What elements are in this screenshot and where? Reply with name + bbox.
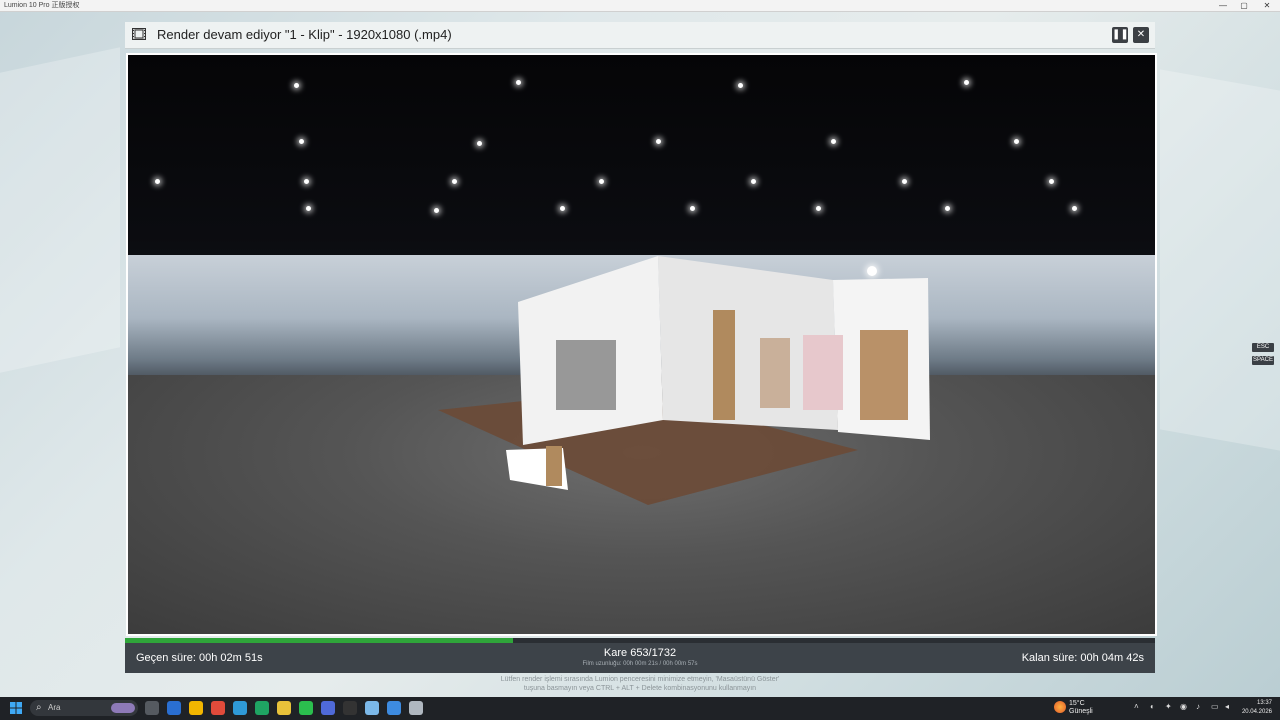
ceiling-light <box>831 139 836 144</box>
taskbar: ⌕ Ara 15°C Güneşli ˄ ◐ ✦ ◉ ♪ ▭ ◂ 13:37 2… <box>0 697 1280 720</box>
taskbar-app-icon[interactable] <box>189 701 203 715</box>
search-placeholder: Ara <box>48 703 61 712</box>
window-title: Lumion 10 Pro 正版授权 <box>4 2 80 9</box>
ceiling-light <box>304 179 309 184</box>
taskbar-app-icon[interactable] <box>145 701 159 715</box>
taskbar-app-icon[interactable] <box>277 701 291 715</box>
ceiling-light <box>1072 206 1077 211</box>
search-highlight-icon <box>111 703 135 713</box>
ceiling-light <box>299 139 304 144</box>
clock-time: 13:37 <box>1256 700 1272 706</box>
taskbar-app-icon[interactable] <box>409 701 423 715</box>
clock-date: 20.04.2026 <box>1241 709 1272 715</box>
taskbar-app-icon[interactable] <box>233 701 247 715</box>
ceiling-light <box>738 83 743 88</box>
esc-key-hint: ESC <box>1252 343 1274 352</box>
ceiling-light <box>306 206 311 211</box>
remaining-time: Kalan süre: 00h 04m 42s <box>1021 652 1144 664</box>
render-warning-line: tuşuna basmayın veya CTRL + ALT + Delete… <box>523 685 757 692</box>
close-render-button[interactable]: ✕ <box>1133 27 1149 43</box>
ceiling-light <box>1014 139 1019 144</box>
frame-counter: Kare 653/1732 <box>603 647 677 659</box>
ceiling-light <box>516 80 521 85</box>
render-warning: Lütfen render işlemi sırasında Lumion pe… <box>0 675 1280 693</box>
film-icon <box>132 28 146 40</box>
ceiling-light <box>477 141 482 146</box>
taskbar-app-icon[interactable] <box>387 701 401 715</box>
tray-app-icon[interactable]: ◉ <box>1180 702 1187 711</box>
ceiling-light <box>964 80 969 85</box>
ceiling-light <box>816 206 821 211</box>
exhibition-stand <box>438 256 930 505</box>
microphone-icon[interactable]: ♪ <box>1196 702 1200 711</box>
ceiling-light <box>434 208 439 213</box>
search-icon: ⌕ <box>36 702 42 713</box>
taskbar-clock[interactable]: 13:37 20.04.2026 <box>1240 699 1272 717</box>
background-panel <box>0 47 120 373</box>
render-status-bar: Geçen süre: 00h 02m 51s Kare 653/1732 Fi… <box>125 643 1155 673</box>
ceiling-light <box>452 179 457 184</box>
weather-icon <box>1054 701 1066 713</box>
ceiling-light <box>751 179 756 184</box>
volume-icon[interactable]: ◂ <box>1225 702 1229 711</box>
windows-start-icon[interactable] <box>10 702 22 714</box>
ceiling-light <box>656 139 661 144</box>
ceiling-light <box>294 83 299 88</box>
taskbar-app-icon[interactable] <box>299 701 313 715</box>
taskbar-app-icon[interactable] <box>365 701 379 715</box>
ceiling-light <box>155 179 160 184</box>
ceiling-light <box>560 206 565 211</box>
tray-chevron-icon[interactable]: ˄ <box>1134 702 1139 711</box>
tray-app-icon[interactable]: ◐ <box>1150 702 1155 711</box>
render-warning-line: Lütfen render işlemi sırasında Lumion pe… <box>500 676 780 683</box>
tray-app-icon[interactable]: ✦ <box>1165 702 1172 711</box>
ceiling-light <box>902 179 907 184</box>
taskbar-app-icon[interactable] <box>211 701 225 715</box>
render-title: Render devam ediyor "1 - Klip" - 1920x10… <box>157 27 452 42</box>
weather-desc: Güneşli <box>1069 708 1093 715</box>
network-icon[interactable]: ▭ <box>1211 702 1219 711</box>
close-window-button[interactable]: ✕ <box>1254 0 1280 11</box>
window-titlebar: Lumion 10 Pro 正版授权 — ▢ ✕ <box>0 0 1280 12</box>
ceiling-light <box>599 179 604 184</box>
render-preview <box>126 53 1157 636</box>
space-key-hint: SPACE <box>1252 356 1274 365</box>
render-dialog-header: Render devam ediyor "1 - Klip" - 1920x10… <box>125 22 1155 49</box>
taskbar-app-icon[interactable] <box>343 701 357 715</box>
weather-temp: 15°C <box>1069 700 1085 707</box>
ceiling-light <box>1049 179 1054 184</box>
taskbar-app-icon[interactable] <box>255 701 269 715</box>
taskbar-app-icon[interactable] <box>321 701 335 715</box>
ceiling-light <box>690 206 695 211</box>
taskbar-app-icon[interactable] <box>167 701 181 715</box>
taskbar-search[interactable]: ⌕ Ara <box>30 700 138 716</box>
background-panel <box>1160 69 1280 451</box>
ceiling-light <box>945 206 950 211</box>
pause-button[interactable]: ❚❚ <box>1112 27 1129 43</box>
film-length: Film uzunluğu: 00h 00m 21s / 00h 00m 57s <box>582 661 698 667</box>
